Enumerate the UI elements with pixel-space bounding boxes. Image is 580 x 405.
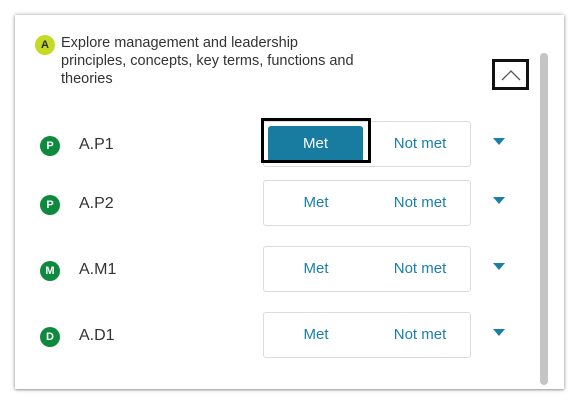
not-met-button[interactable]: Not met [368,313,472,357]
not-met-button[interactable]: Not met [368,247,472,291]
criterion-badge: P [40,136,60,156]
collapse-button[interactable] [492,59,529,90]
met-toggle-group: Met Not met [263,121,471,167]
met-toggle-group: Met Not met [263,180,471,226]
aim-badge: A [35,35,55,55]
chevron-up-icon [501,70,521,81]
expand-caret-icon[interactable] [493,263,505,270]
not-met-button[interactable]: Not met [368,122,472,166]
criterion-badge: P [40,195,60,215]
met-button[interactable]: Met [268,126,363,162]
criterion-code: A.P2 [79,195,114,212]
criteria-card: A Explore management and leadership prin… [15,15,564,389]
met-toggle-group: Met Not met [263,312,471,358]
met-button[interactable]: Met [264,313,368,357]
criterion-code: A.D1 [79,327,115,344]
met-toggle-group: Met Not met [263,246,471,292]
expand-caret-icon[interactable] [493,138,505,145]
expand-caret-icon[interactable] [493,197,505,204]
scrollbar[interactable] [540,53,548,385]
criterion-code: A.M1 [79,261,117,278]
criterion-row-am1: M A.M1 Met Not met [15,246,564,296]
not-met-button[interactable]: Not met [368,181,472,225]
criterion-row-ad1: D A.D1 Met Not met [15,312,564,362]
expand-caret-icon[interactable] [493,329,505,336]
criterion-badge: M [40,261,60,281]
criterion-badge: D [40,327,60,347]
criterion-code: A.P1 [79,136,114,153]
met-button[interactable]: Met [264,181,368,225]
learning-aim-title: Explore management and leadership princi… [61,35,354,87]
met-button[interactable]: Met [264,247,368,291]
criterion-row-ap1: P A.P1 Met Not met [15,118,564,171]
criterion-row-ap2: P A.P2 Met Not met [15,180,564,230]
